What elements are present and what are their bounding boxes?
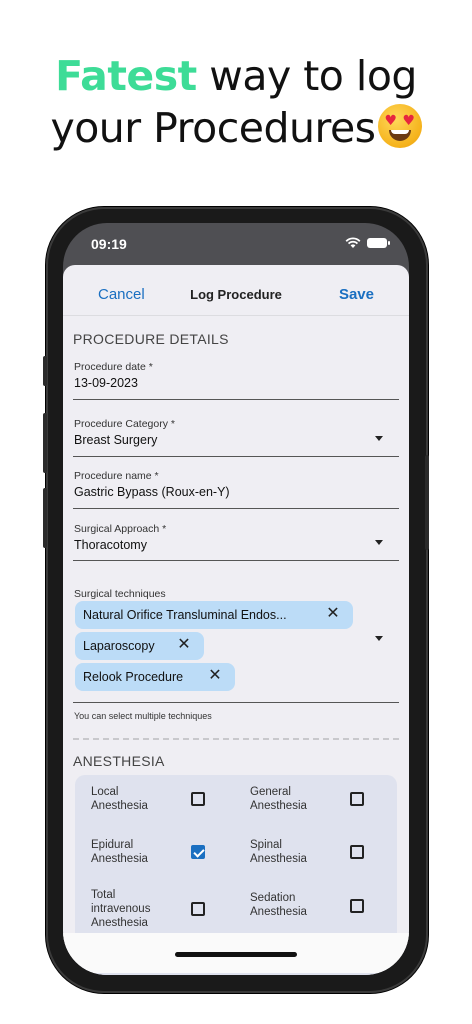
anesthesia-title: ANESTHESIA bbox=[73, 753, 165, 769]
chevron-down-icon bbox=[375, 540, 383, 545]
procedure-date-value: 13-09-2023 bbox=[74, 376, 138, 390]
technique-chip-label: Natural Orifice Transluminal Endos... bbox=[83, 608, 287, 622]
mute-switch bbox=[43, 356, 47, 386]
local-anesthesia-checkbox[interactable] bbox=[191, 792, 205, 806]
status-time: 09:19 bbox=[91, 236, 127, 252]
battery-icon bbox=[367, 238, 390, 248]
anesthesia-option-label: Total intravenous Anesthesia bbox=[91, 889, 151, 929]
remove-chip-icon[interactable]: ✕ bbox=[325, 606, 341, 622]
remove-chip-icon[interactable]: ✕ bbox=[207, 668, 223, 684]
log-procedure-sheet: Cancel Log Procedure Save PROCEDURE DETA… bbox=[63, 265, 409, 975]
headline-line-2: your Procedures ♥ ♥ bbox=[0, 102, 472, 154]
sedation-anesthesia-checkbox[interactable] bbox=[350, 899, 364, 913]
technique-chip[interactable]: Relook Procedure ✕ bbox=[75, 663, 235, 691]
home-indicator-area bbox=[63, 933, 409, 973]
anesthesia-option-label: Spinal Anesthesia bbox=[250, 839, 307, 865]
procedure-category-select[interactable]: Procedure Category * Breast Surgery bbox=[73, 418, 399, 457]
surgical-approach-label: Surgical Approach * bbox=[74, 523, 167, 535]
procedure-name-label: Procedure name * bbox=[74, 470, 159, 482]
remove-chip-icon[interactable]: ✕ bbox=[176, 637, 192, 653]
status-bar: 09:19 bbox=[63, 223, 409, 263]
chevron-down-icon bbox=[375, 436, 383, 441]
technique-chip[interactable]: Natural Orifice Transluminal Endos... ✕ bbox=[75, 601, 353, 629]
wifi-icon bbox=[345, 237, 361, 248]
power-button bbox=[425, 455, 429, 550]
procedure-details-title: PROCEDURE DETAILS bbox=[73, 331, 229, 347]
anesthesia-option-label: Epidural Anesthesia bbox=[91, 839, 148, 865]
epidural-anesthesia-checkbox[interactable] bbox=[191, 845, 205, 859]
technique-chip[interactable]: Laparoscopy ✕ bbox=[75, 632, 204, 660]
surgical-techniques-select[interactable]: Surgical techniques Natural Orifice Tran… bbox=[73, 588, 399, 703]
anesthesia-option-label: Sedation Anesthesia bbox=[250, 892, 307, 918]
procedure-name-value: Gastric Bypass (Roux-en-Y) bbox=[74, 485, 230, 499]
techniques-helper-text: You can select multiple techniques bbox=[74, 711, 212, 721]
heart-eyes-emoji-icon: ♥ ♥ bbox=[377, 104, 422, 148]
procedure-category-value: Breast Surgery bbox=[74, 433, 158, 447]
save-button[interactable]: Save bbox=[339, 286, 374, 303]
total-intravenous-anesthesia-checkbox[interactable] bbox=[191, 902, 205, 916]
anesthesia-option-label: Local Anesthesia bbox=[91, 786, 148, 812]
headline-line-1-text: way to log bbox=[196, 52, 417, 100]
procedure-category-label: Procedure Category * bbox=[74, 418, 175, 430]
procedure-name-field[interactable]: Procedure name * Gastric Bypass (Roux-en… bbox=[73, 470, 399, 509]
phone-screen: 09:19 Cancel Log Procedure Save PROCEDUR… bbox=[63, 223, 409, 975]
volume-up-button bbox=[43, 413, 47, 473]
home-indicator[interactable] bbox=[175, 952, 297, 957]
headline-line-1: Fatest way to log bbox=[0, 50, 472, 102]
technique-chip-label: Laparoscopy bbox=[83, 639, 155, 653]
surgical-techniques-label: Surgical techniques bbox=[74, 588, 166, 600]
procedure-date-label: Procedure date * bbox=[74, 361, 153, 373]
anesthesia-option-label: General Anesthesia bbox=[250, 786, 307, 812]
procedure-date-field[interactable]: Procedure date * 13-09-2023 bbox=[73, 361, 399, 400]
general-anesthesia-checkbox[interactable] bbox=[350, 792, 364, 806]
surgical-approach-select[interactable]: Surgical Approach * Thoracotomy bbox=[73, 523, 399, 561]
volume-down-button bbox=[43, 488, 47, 548]
technique-chip-label: Relook Procedure bbox=[83, 670, 184, 684]
surgical-approach-value: Thoracotomy bbox=[74, 538, 147, 552]
headline-accent: Fatest bbox=[55, 52, 197, 100]
nav-bar: Cancel Log Procedure Save bbox=[63, 265, 409, 316]
status-icons bbox=[345, 237, 390, 249]
section-divider bbox=[73, 738, 399, 740]
headline-line-2-text: your Procedures bbox=[50, 104, 376, 152]
spinal-anesthesia-checkbox[interactable] bbox=[350, 845, 364, 859]
chevron-down-icon bbox=[375, 636, 383, 641]
